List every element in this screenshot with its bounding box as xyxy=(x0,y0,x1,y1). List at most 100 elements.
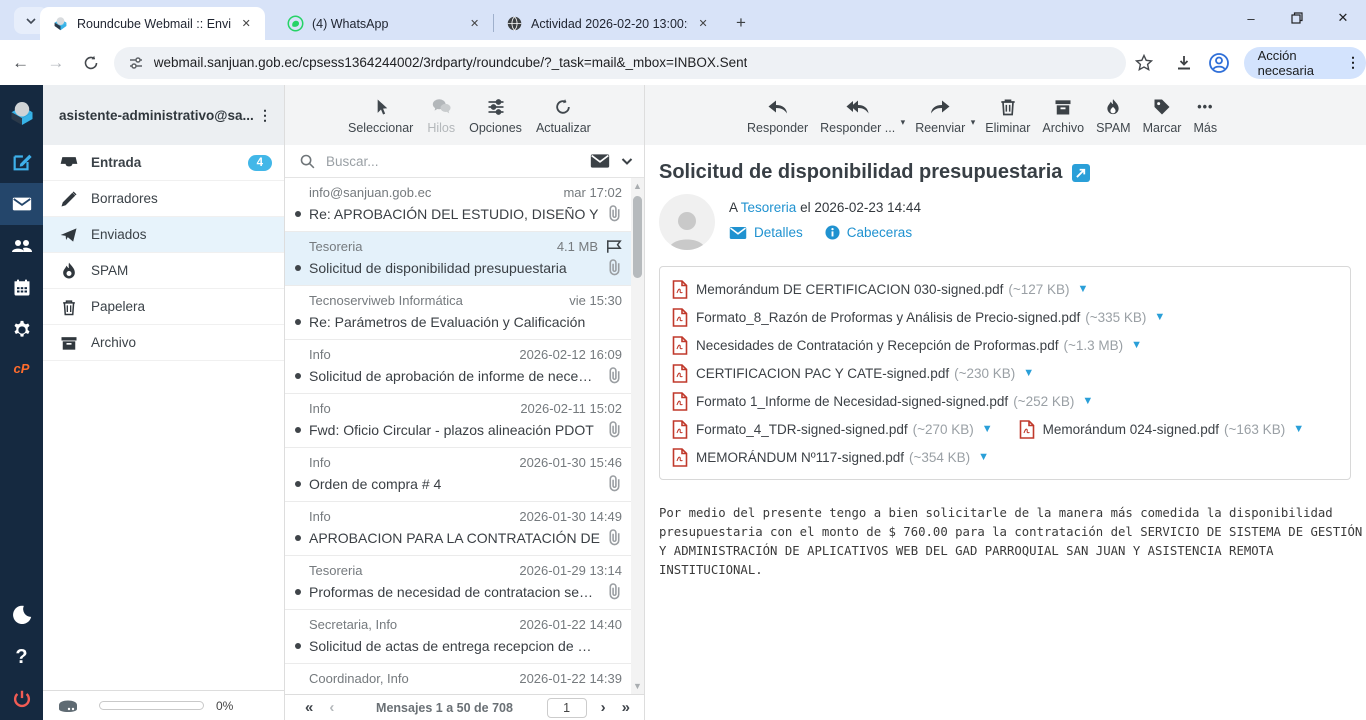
tab-close-icon[interactable]: ✕ xyxy=(466,15,483,33)
url-bar[interactable]: webmail.sanjuan.gob.ec/cpsess1364244002/… xyxy=(114,47,1126,79)
folder-enviados[interactable]: Enviados xyxy=(43,217,284,253)
message-list-item[interactable]: Tesoreria 2026-01-29 13:14 Proformas de … xyxy=(285,556,632,610)
attachment-item[interactable]: Memorándum DE CERTIFICACION 030-signed.p… xyxy=(672,280,1088,299)
forward-button[interactable]: Reenviar ▾ xyxy=(915,95,965,135)
downloads-icon[interactable] xyxy=(1169,46,1198,80)
reply-all-dropdown-icon[interactable]: ▾ xyxy=(901,117,906,128)
attachment-menu-icon[interactable]: ▼ xyxy=(978,451,989,463)
headers-toggle[interactable]: Cabeceras xyxy=(825,225,912,240)
message-list-item[interactable]: Info 2026-01-30 15:46 Orden de compra # … xyxy=(285,448,632,502)
forward-label: Reenviar xyxy=(915,121,965,135)
attachment-menu-icon[interactable]: ▼ xyxy=(982,423,993,435)
tab-roundcube[interactable]: Roundcube Webmail :: Enviados ✕ xyxy=(40,7,265,40)
attachment-menu-icon[interactable]: ▼ xyxy=(1293,423,1304,435)
page-number-input[interactable]: 1 xyxy=(547,698,587,718)
last-page-button[interactable]: » xyxy=(622,699,630,716)
recipient-link[interactable]: Tesoreria xyxy=(741,200,797,215)
restore-button[interactable] xyxy=(1274,0,1320,36)
tab-close-icon[interactable]: ✕ xyxy=(237,15,255,33)
profile-icon[interactable] xyxy=(1204,46,1233,80)
dark-mode-button[interactable] xyxy=(0,594,43,636)
attachment-menu-icon[interactable]: ▼ xyxy=(1131,339,1142,351)
contacts-nav-button[interactable] xyxy=(0,225,43,267)
threads-button[interactable]: Hilos xyxy=(427,95,455,135)
forward-dropdown-icon[interactable]: ▾ xyxy=(971,117,976,128)
attachment-menu-icon[interactable]: ▼ xyxy=(1154,311,1165,323)
attachment-menu-icon[interactable]: ▼ xyxy=(1078,283,1089,295)
mark-button[interactable]: Marcar xyxy=(1143,95,1182,135)
folder-papelera[interactable]: Papelera xyxy=(43,289,284,325)
compose-button[interactable] xyxy=(0,141,43,183)
scroll-down-icon[interactable]: ▼ xyxy=(631,681,644,691)
message-list-item[interactable]: info@sanjuan.gob.ec mar 17:02 Re: APROBA… xyxy=(285,178,632,232)
close-window-button[interactable]: ✕ xyxy=(1320,0,1366,36)
message-list-item[interactable]: Info 2026-02-12 16:09 Solicitud de aprob… xyxy=(285,340,632,394)
refresh-button[interactable] xyxy=(77,46,106,80)
attachment-item[interactable]: Formato_4_TDR-signed-signed.pdf (~270 KB… xyxy=(672,420,993,439)
message-list-item[interactable]: Tecnoserviweb Informática vie 15:30 Re: … xyxy=(285,286,632,340)
attachment-item[interactable]: Formato_8_Razón de Proformas y Análisis … xyxy=(672,308,1165,327)
attachment-item[interactable]: CERTIFICACION PAC Y CATE-signed.pdf (~23… xyxy=(672,364,1034,383)
scrollbar-thumb[interactable] xyxy=(633,196,642,278)
reply-button[interactable]: Responder xyxy=(747,95,808,135)
bookmark-star-icon[interactable] xyxy=(1130,46,1159,80)
list-scrollbar[interactable]: ▲ ▼ xyxy=(631,178,644,694)
attachment-item[interactable]: Formato 1_Informe de Necesidad-signed-si… xyxy=(672,392,1093,411)
refresh-list-button[interactable]: Actualizar xyxy=(536,95,591,135)
spam-button[interactable]: SPAM xyxy=(1096,95,1131,135)
attachment-item[interactable]: Necesidades de Contratación y Recepción … xyxy=(672,336,1142,355)
message-list-item[interactable]: Info 2026-02-11 15:02 Fwd: Oficio Circul… xyxy=(285,394,632,448)
account-menu-icon[interactable]: ⋮ xyxy=(254,107,276,124)
select-button[interactable]: Seleccionar xyxy=(348,95,413,135)
scroll-up-icon[interactable]: ▲ xyxy=(631,181,644,191)
scope-mail-icon[interactable] xyxy=(590,153,610,169)
flag-icon[interactable] xyxy=(606,239,622,254)
pdf-file-icon xyxy=(672,280,688,299)
chevron-down-icon xyxy=(25,15,37,27)
forward-button[interactable]: → xyxy=(41,46,70,80)
attachment-menu-icon[interactable]: ▼ xyxy=(1023,367,1034,379)
archive-button[interactable]: Archivo xyxy=(1042,95,1084,135)
message-list-item[interactable]: Coordinador, Info 2026-01-22 14:39 xyxy=(285,664,632,694)
options-button[interactable]: Opciones xyxy=(469,95,522,135)
settings-nav-button[interactable] xyxy=(0,309,43,351)
delete-button[interactable]: Eliminar xyxy=(985,95,1030,135)
calendar-nav-button[interactable] xyxy=(0,267,43,309)
folder-spam[interactable]: SPAM xyxy=(43,253,284,289)
next-page-button[interactable]: › xyxy=(601,699,606,716)
chrome-menu-icon[interactable]: ⋮ xyxy=(1346,54,1360,71)
attachment-item[interactable]: MEMORÁNDUM Nº117-signed.pdf (~354 KB) ▼ xyxy=(672,448,989,467)
tab-actividad[interactable]: Actividad 2026-02-20 13:00:00 ✕ xyxy=(494,7,722,40)
open-in-new-window-icon[interactable] xyxy=(1072,164,1090,182)
help-button[interactable]: ? xyxy=(0,636,43,678)
action-needed-button[interactable]: Acción necesaria ⋮ xyxy=(1244,47,1366,79)
mail-nav-button[interactable] xyxy=(0,183,43,225)
tab-close-icon[interactable]: ✕ xyxy=(694,15,712,33)
folder-archivo[interactable]: Archivo xyxy=(43,325,284,361)
message-list-item[interactable]: Secretaria, Info 2026-01-22 14:40 Solici… xyxy=(285,610,632,664)
window-controls: – ✕ xyxy=(1228,0,1366,36)
folder-entrada[interactable]: Entrada 4 xyxy=(43,145,284,181)
reply-all-button[interactable]: Responder ... ▾ xyxy=(820,95,895,135)
message-list-item[interactable]: Tesoreria 4.1 MB Solicitud de disponibil… xyxy=(285,232,632,286)
message-list-item[interactable]: Info 2026-01-30 14:49 APROBACION PARA LA… xyxy=(285,502,632,556)
prev-page-button[interactable]: ‹ xyxy=(329,699,334,716)
search-options-chevron-icon[interactable] xyxy=(620,154,634,168)
new-tab-button[interactable]: + xyxy=(728,10,754,36)
attachments-box: Memorándum DE CERTIFICACION 030-signed.p… xyxy=(659,266,1351,480)
roundcube-logo[interactable] xyxy=(0,85,43,141)
attachment-item[interactable]: Memorándum 024-signed.pdf (~163 KB) ▼ xyxy=(1019,420,1304,439)
minimize-button[interactable]: – xyxy=(1228,0,1274,36)
logout-button[interactable] xyxy=(0,678,43,720)
more-button[interactable]: ••• Más xyxy=(1193,95,1217,135)
cpanel-button[interactable]: cP xyxy=(0,351,43,385)
account-header[interactable]: asistente-administrativo@sa... ⋮ xyxy=(43,85,284,145)
details-toggle[interactable]: Detalles xyxy=(729,225,803,240)
search-bar[interactable]: Buscar... xyxy=(285,145,644,178)
attachment-menu-icon[interactable]: ▼ xyxy=(1082,395,1093,407)
first-page-button[interactable]: « xyxy=(305,699,313,716)
folder-borradores[interactable]: Borradores xyxy=(43,181,284,217)
back-button[interactable]: ← xyxy=(6,46,35,80)
tab-whatsapp[interactable]: (4) WhatsApp ✕ xyxy=(275,7,493,40)
pdf-file-icon xyxy=(672,392,688,411)
